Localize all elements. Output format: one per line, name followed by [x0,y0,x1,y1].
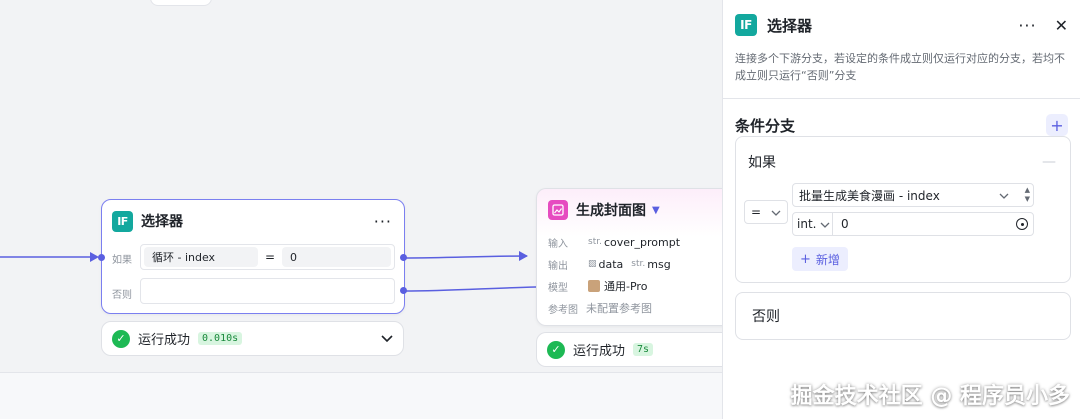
left-operand-select[interactable]: 批量生成美食漫画 - index ▲ ▼ [792,183,1034,207]
else-condition-row[interactable] [140,278,395,304]
operator-symbol: = [264,250,276,264]
if-branch-title: 如果 [748,155,776,171]
if-branch-arrow [519,251,528,261]
add-condition-button[interactable]: + 新增 [792,247,848,271]
right-operand-input[interactable]: int. 0 [792,212,1034,236]
chevron-down-icon [820,217,830,231]
more-icon[interactable]: ··· [1018,16,1036,35]
left-operand-chip: 循环 - index [144,247,258,267]
selector-node-header: IF 选择器 ··· [102,200,404,242]
selector-time-badge: 0.010s [198,332,243,345]
panel-divider [723,98,1080,99]
cover-output-row: 输出 ▨ data str. msg [548,253,736,275]
panel-description: 连接多个下游分支，若设定的条件成立则仅运行对应的分支，若均不成立则只运行“否则”… [735,52,1065,82]
ref-value: 未配置参考图 [586,302,652,315]
pro-diamond-icon: ▼ [652,204,660,216]
canvas-bottom-bar [0,372,722,419]
output-type-tag: str. [631,259,646,269]
selector-config-panel: IF 选择器 ··· ✕ 连接多个下游分支，若设定的条件成立则仅运行对应的分支，… [722,0,1080,419]
chevron-down-icon [999,188,1009,202]
right-operand-chip: 0 [282,247,391,267]
chevron-down-icon [771,205,781,219]
if-branch-wire [403,255,528,259]
model-avatar [588,280,600,292]
cover-status-text: 运行成功 [573,344,626,359]
add-condition-label: 新增 [815,252,840,267]
output-label: 输出 [548,260,568,272]
else-output-port[interactable] [400,287,407,294]
add-branch-button[interactable]: + [1046,114,1068,136]
cover-status-bar[interactable]: ✓ 运行成功 7s [536,332,736,367]
type-value: int. [797,217,817,231]
variable-picker-icon[interactable] [1016,218,1028,230]
cover-model-row: 模型 通用-Pro [548,275,736,297]
if-branch-card: 如果 — = 批量生成美食漫画 - index ▲ ▼ int. 0 + 新增 [735,136,1071,283]
input-type-tag: str. [588,237,602,247]
cover-node-header: 生成封面图 ▼ [537,189,736,231]
watermark: 掘金技术社区 @ 程序员小多 [790,384,1070,409]
else-branch-title: 否则 [752,309,780,325]
left-operand-value: 批量生成美食漫画 - index [799,188,940,203]
stepper-icon[interactable]: ▲ ▼ [1025,186,1030,204]
more-icon[interactable]: ··· [374,212,392,231]
selector-node[interactable]: IF 选择器 ··· 如果 循环 - index = 0 否则 [101,199,405,314]
success-check-icon: ✓ [112,329,130,348]
chevron-down-icon[interactable] [381,332,393,346]
success-check-icon: ✓ [547,340,565,359]
if-condition-row[interactable]: 循环 - index = 0 [140,244,395,270]
if-row-label: 如果 [112,255,132,266]
panel-header: IF 选择器 ··· ✕ [723,0,1080,50]
selector-status-text: 运行成功 [138,333,191,348]
ref-label: 参考图 [548,304,578,316]
selector-status-bar[interactable]: ✓ 运行成功 0.010s [101,321,404,356]
cover-ref-row: 参考图 未配置参考图 [548,297,736,319]
close-icon[interactable]: ✕ [1055,16,1068,35]
else-branch-card: 否则 [735,292,1071,340]
operator-select[interactable]: = [744,200,788,224]
else-row-label: 否则 [112,290,132,301]
if-branch-header: 如果 — [736,137,1070,187]
operator-value: = [751,205,762,219]
if-output-port[interactable] [400,254,407,261]
output-value-data: data [598,257,624,271]
output-value-msg: msg [647,257,671,271]
cover-input-row: 输入 str. cover_prompt [548,231,736,253]
model-label: 模型 [548,282,568,294]
type-select[interactable]: int. [793,213,833,235]
cover-time-badge: 7s [633,343,654,356]
input-label: 输入 [548,238,568,250]
collapse-icon[interactable]: — [1042,154,1056,170]
input-value: cover_prompt [603,235,681,249]
selector-input-port[interactable] [98,254,105,261]
image-icon [548,200,568,220]
panel-title: 选择器 [767,16,813,35]
plus-icon: + [800,251,811,267]
section-title: 条件分支 [735,116,796,135]
if-icon: IF [112,210,133,232]
else-branch-wire [403,286,537,292]
model-value: 通用-Pro [604,280,648,293]
selector-node-title: 选择器 [141,214,183,230]
cover-node-title: 生成封面图 [576,203,646,219]
image-type-icon: ▨ [588,259,597,269]
right-operand-value: 0 [841,217,849,231]
if-icon: IF [735,14,757,36]
cover-node[interactable]: 生成封面图 ▼ 输入 str. cover_prompt 输出 ▨ data s… [536,188,736,326]
